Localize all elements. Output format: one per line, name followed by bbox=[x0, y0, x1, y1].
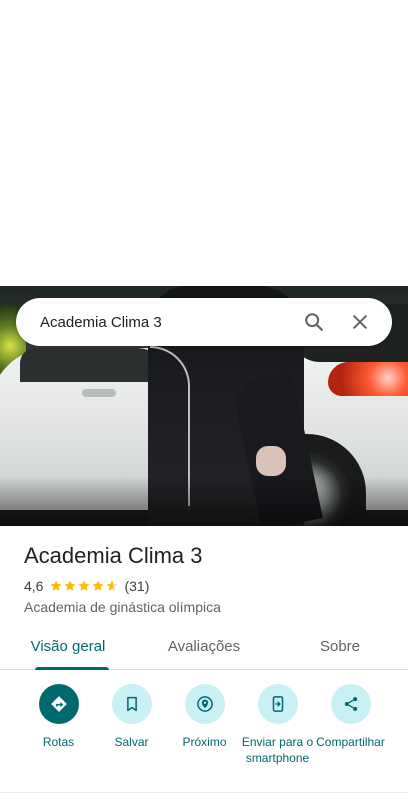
place-info: Academia Clima 3 4,6 (31) Academia de gi… bbox=[24, 542, 394, 615]
search-icon bbox=[305, 313, 323, 331]
tab-about[interactable]: Sobre bbox=[272, 626, 408, 669]
search-bar[interactable]: Academia Clima 3 bbox=[16, 298, 392, 346]
tab-label: Avaliações bbox=[167, 638, 241, 655]
search-query[interactable]: Academia Clima 3 bbox=[40, 314, 286, 331]
tab-reviews[interactable]: Avaliações bbox=[136, 626, 272, 669]
bookmark-icon bbox=[126, 696, 137, 712]
map-area bbox=[0, 0, 408, 286]
star-icon bbox=[92, 580, 105, 591]
send-to-phone-icon bbox=[272, 696, 283, 712]
place-title: Academia Clima 3 bbox=[24, 543, 203, 568]
star-rating bbox=[49, 579, 119, 593]
share-icon bbox=[344, 697, 357, 711]
close-icon bbox=[353, 315, 367, 329]
divider bbox=[0, 792, 408, 793]
share-button[interactable]: Compartilhar bbox=[314, 684, 387, 792]
star-icon bbox=[64, 580, 77, 591]
rating-value: 4,6 bbox=[24, 578, 44, 594]
send-to-phone-button[interactable]: Enviar para o smartphone bbox=[241, 684, 314, 792]
close-button[interactable] bbox=[342, 304, 378, 340]
action-label: Salvar bbox=[114, 735, 149, 749]
action-label: Próximo bbox=[182, 735, 227, 749]
action-label: Compartilhar bbox=[316, 735, 385, 749]
directions-button[interactable]: Rotas bbox=[22, 684, 95, 792]
active-tab-indicator bbox=[35, 667, 109, 670]
review-count: (31) bbox=[124, 578, 150, 594]
place-tabs: Visão geral Avaliações Sobre bbox=[0, 626, 408, 670]
search-button[interactable] bbox=[296, 304, 332, 340]
tab-label: Visão geral bbox=[30, 638, 106, 655]
star-icon bbox=[50, 580, 63, 591]
save-button[interactable]: Salvar bbox=[95, 684, 168, 792]
place-category: Academia de ginástica olímpica bbox=[24, 599, 221, 615]
action-label: Enviar para o smartphone bbox=[241, 735, 314, 765]
tab-overview[interactable]: Visão geral bbox=[0, 626, 136, 670]
nearby-button[interactable]: Próximo bbox=[168, 684, 241, 792]
tab-label: Sobre bbox=[319, 638, 361, 655]
action-buttons: Rotas Salvar Próximo Enviar para o smart… bbox=[0, 684, 408, 792]
star-icon bbox=[78, 580, 91, 591]
rating-row[interactable]: 4,6 (31) bbox=[24, 577, 394, 595]
action-label: Rotas bbox=[42, 735, 75, 749]
nearby-icon bbox=[196, 696, 213, 712]
directions-icon bbox=[50, 696, 67, 712]
half-star-icon bbox=[106, 580, 119, 591]
